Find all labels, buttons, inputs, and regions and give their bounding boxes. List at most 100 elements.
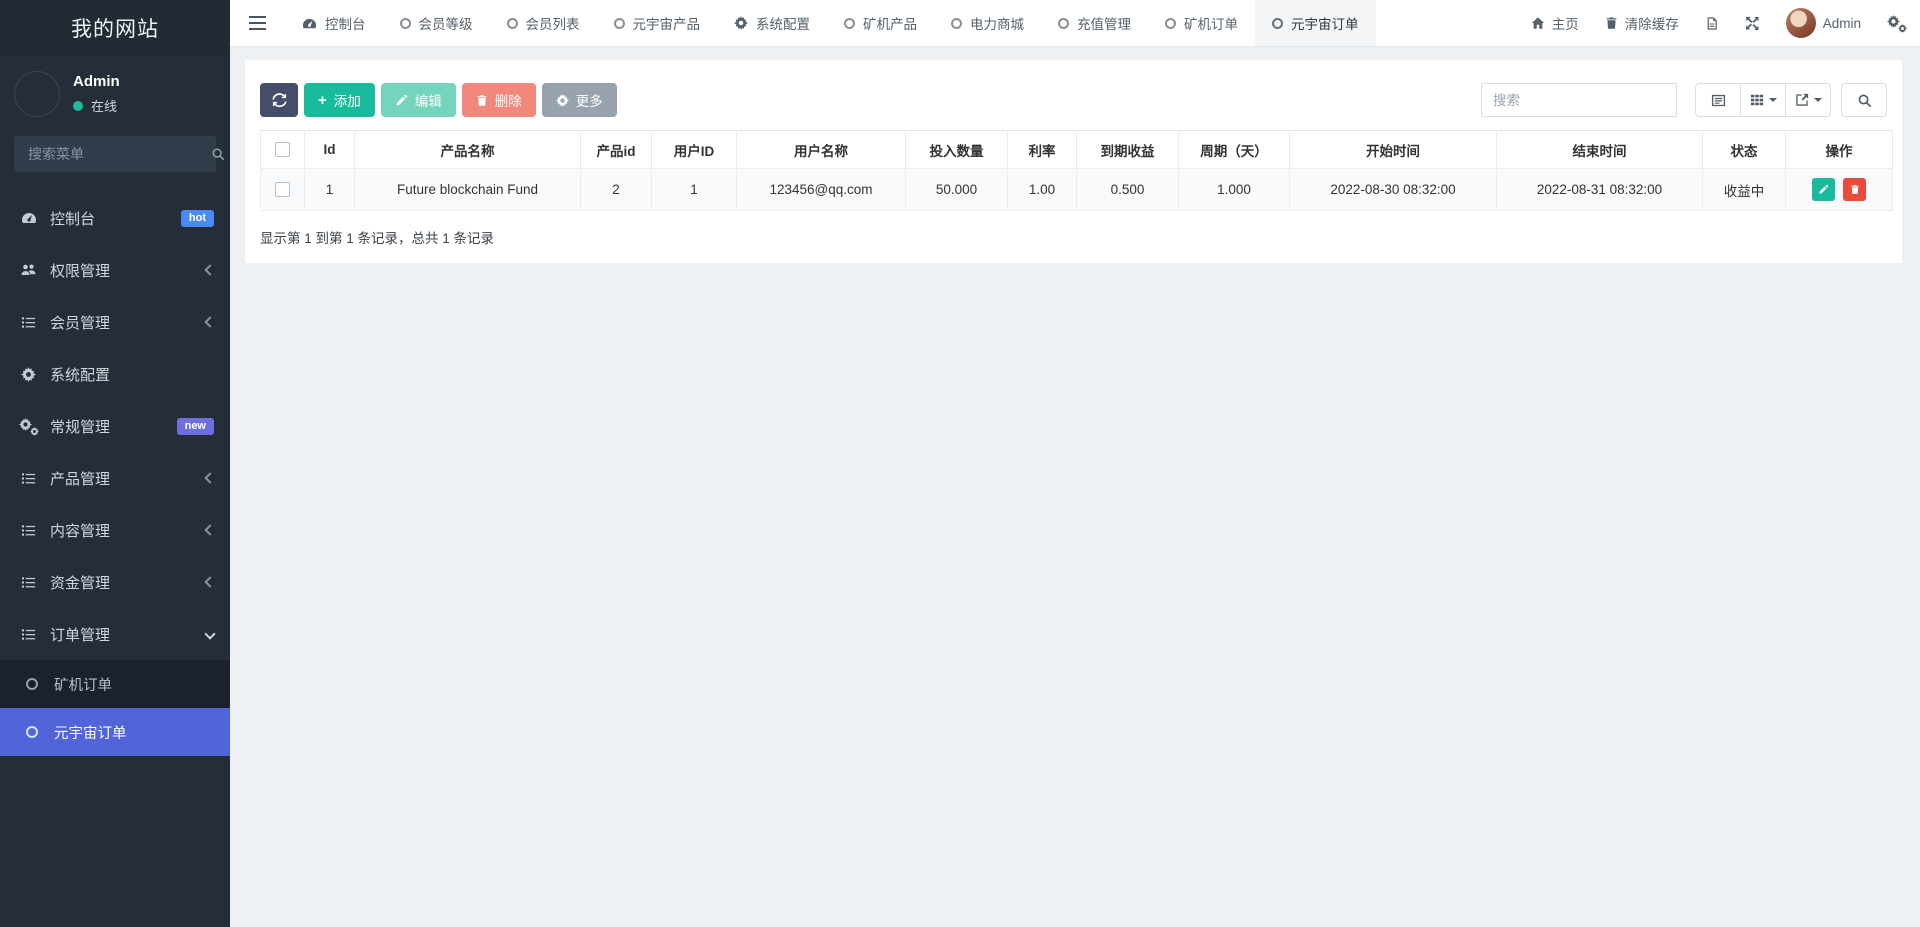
search-icon xyxy=(211,145,225,163)
sidebar-item-general[interactable]: 常规管理 new xyxy=(0,400,230,452)
settings-button[interactable] xyxy=(1874,0,1920,46)
username-label: Admin xyxy=(1823,16,1861,31)
sidebar-item-dashboard[interactable]: 控制台 hot xyxy=(0,192,230,244)
sidebar-item-label: 订单管理 xyxy=(50,624,110,645)
tab-member-list[interactable]: 会员列表 xyxy=(490,0,597,46)
header-user-id[interactable]: 用户ID xyxy=(652,131,737,169)
header-operate: 操作 xyxy=(1786,131,1893,169)
edit-button[interactable]: 编辑 xyxy=(381,83,456,117)
sidebar-item-system-config[interactable]: 系统配置 xyxy=(0,348,230,400)
sidebar-submenu: 矿机订单 元宇宙订单 xyxy=(0,660,230,756)
header-user-name[interactable]: 用户名称 xyxy=(737,131,906,169)
sidebar-item-member[interactable]: 会员管理 xyxy=(0,296,230,348)
dashboard-icon xyxy=(302,16,317,31)
header-status[interactable]: 状态 xyxy=(1703,131,1786,169)
avatar[interactable] xyxy=(14,71,60,117)
cell-end-time: 2022-08-31 08:32:00 xyxy=(1497,169,1703,211)
delete-button[interactable]: 删除 xyxy=(462,83,536,117)
columns-button[interactable] xyxy=(1740,83,1786,117)
header-start-time[interactable]: 开始时间 xyxy=(1290,131,1497,169)
table-row: 1 Future blockchain Fund 2 1 123456@qq.c… xyxy=(261,169,1893,211)
header-product-id[interactable]: 产品id xyxy=(581,131,652,169)
tab-label: 系统配置 xyxy=(756,13,810,33)
refresh-button[interactable] xyxy=(260,83,298,117)
sidebar-item-label: 内容管理 xyxy=(50,520,110,541)
user-status: 在线 xyxy=(73,96,120,115)
circle-icon xyxy=(614,18,625,29)
sidebar-subitem-mining-order[interactable]: 矿机订单 xyxy=(0,660,230,708)
tab-system-config[interactable]: 系统配置 xyxy=(717,0,827,46)
export-button[interactable] xyxy=(1785,83,1831,117)
trash-icon xyxy=(476,94,488,107)
header-end-time[interactable]: 结束时间 xyxy=(1497,131,1703,169)
list-icon xyxy=(16,471,41,486)
more-button[interactable]: 更多 xyxy=(542,83,617,117)
header-rate[interactable]: 利率 xyxy=(1008,131,1077,169)
user-menu[interactable]: Admin xyxy=(1773,0,1874,46)
sidebar-item-product[interactable]: 产品管理 xyxy=(0,452,230,504)
sidebar-subitem-label: 元宇宙订单 xyxy=(54,722,127,743)
cogs-icon xyxy=(1887,14,1907,32)
avatar xyxy=(1786,8,1816,38)
columns-icon xyxy=(1750,93,1764,107)
cell-status: 收益中 xyxy=(1703,169,1786,211)
sidebar-subitem-metaverse-order[interactable]: 元宇宙订单 xyxy=(0,708,230,756)
document-button[interactable] xyxy=(1692,0,1732,46)
row-edit-button[interactable] xyxy=(1812,178,1835,201)
fullscreen-button[interactable] xyxy=(1732,0,1773,46)
tab-recharge[interactable]: 充值管理 xyxy=(1041,0,1148,46)
tab-power-mall[interactable]: 电力商城 xyxy=(934,0,1041,46)
tab-metaverse-order[interactable]: 元宇宙订单 xyxy=(1255,0,1376,46)
select-all-checkbox[interactable] xyxy=(275,142,290,157)
header-cycle-days[interactable]: 周期（天） xyxy=(1179,131,1290,169)
row-checkbox[interactable] xyxy=(275,182,290,197)
nav-tabs: 控制台 会员等级 会员列表 元宇宙产品 系统配置 矿机产品 xyxy=(285,0,1376,46)
tab-console[interactable]: 控制台 xyxy=(285,0,383,46)
select-all-cell xyxy=(261,131,305,169)
hot-badge: hot xyxy=(181,210,214,227)
tab-member-level[interactable]: 会员等级 xyxy=(383,0,490,46)
sidebar-item-label: 系统配置 xyxy=(50,364,110,385)
sidebar-item-order[interactable]: 订单管理 xyxy=(0,608,230,660)
caret-down-icon xyxy=(1814,98,1822,102)
cell-operate xyxy=(1786,169,1893,211)
tab-metaverse-product[interactable]: 元宇宙产品 xyxy=(597,0,718,46)
row-select-cell xyxy=(261,169,305,211)
gear-icon xyxy=(556,94,569,107)
sidebar-item-label: 产品管理 xyxy=(50,468,110,489)
chevron-left-icon xyxy=(204,524,215,535)
home-button[interactable]: 主页 xyxy=(1518,0,1592,46)
header-amount[interactable]: 投入数量 xyxy=(906,131,1008,169)
trash-icon xyxy=(1605,16,1618,30)
edit-label: 编辑 xyxy=(415,90,442,110)
cell-start-time: 2022-08-30 08:32:00 xyxy=(1290,169,1497,211)
circle-icon xyxy=(21,678,43,690)
detail-view-button[interactable] xyxy=(1695,83,1741,117)
sidebar-item-content[interactable]: 内容管理 xyxy=(0,504,230,556)
sidebar-toggle-button[interactable] xyxy=(230,0,285,46)
sidebar-item-auth[interactable]: 权限管理 xyxy=(0,244,230,296)
user-status-label: 在线 xyxy=(91,96,117,115)
header-product-name[interactable]: 产品名称 xyxy=(355,131,581,169)
sidebar: 我的网站 Admin 在线 控制台 hot 权限管理 xyxy=(0,0,230,927)
cell-product-name: Future blockchain Fund xyxy=(355,169,581,211)
list-icon xyxy=(16,315,41,330)
row-delete-button[interactable] xyxy=(1843,178,1866,201)
clear-cache-label: 清除缓存 xyxy=(1625,13,1679,33)
clear-cache-button[interactable]: 清除缓存 xyxy=(1592,0,1692,46)
user-name: Admin xyxy=(73,73,120,90)
plus-icon: + xyxy=(318,93,327,108)
sidebar-item-finance[interactable]: 资金管理 xyxy=(0,556,230,608)
search-toggle-button[interactable] xyxy=(1841,83,1887,117)
cell-rate: 1.00 xyxy=(1008,169,1077,211)
add-button[interactable]: + 添加 xyxy=(304,83,375,117)
tab-mining-product[interactable]: 矿机产品 xyxy=(827,0,934,46)
add-label: 添加 xyxy=(334,90,361,110)
tab-mining-order[interactable]: 矿机订单 xyxy=(1148,0,1255,46)
header-due-profit[interactable]: 到期收益 xyxy=(1077,131,1179,169)
sidebar-search-input[interactable] xyxy=(26,145,211,163)
table-search-input[interactable] xyxy=(1481,83,1677,117)
header-id[interactable]: Id xyxy=(305,131,355,169)
trash-icon xyxy=(1850,184,1860,195)
navbar-right: 主页 清除缓存 Admin xyxy=(1518,0,1920,46)
